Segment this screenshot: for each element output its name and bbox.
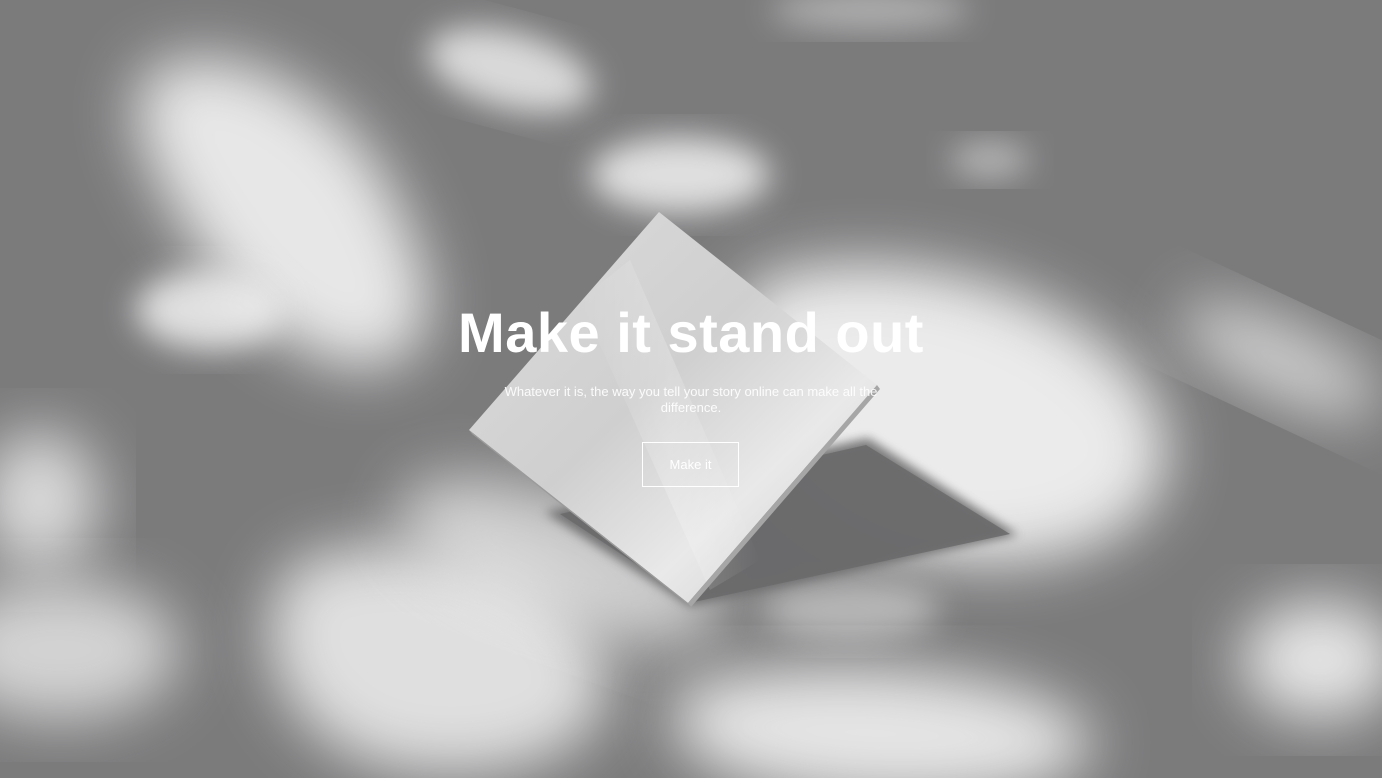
hero-section: Make it stand out Whatever it is, the wa…: [0, 0, 1382, 778]
hero-background-image: [0, 0, 1382, 778]
make-it-button[interactable]: Make it: [642, 442, 739, 487]
